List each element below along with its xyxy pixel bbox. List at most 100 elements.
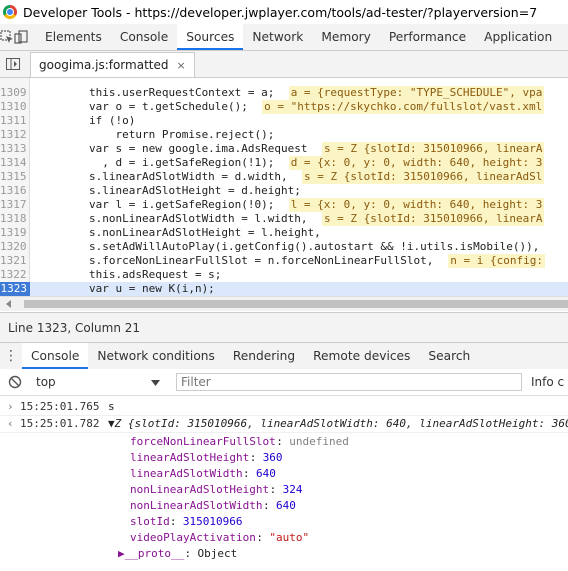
tab-console[interactable]: Console [111,24,177,50]
drawer-menu-icon[interactable]: ⋮ [0,348,22,364]
property-name: linearAdSlotHeight [130,451,250,464]
code-text: var s = new google.ima.AdsRequest [36,142,308,155]
object-property[interactable]: nonLinearAdSlotHeight:324 [0,482,568,498]
code-line[interactable]: 1312 return Promise.reject(); [0,128,568,142]
code-text: this.userRequestContext = a; [36,86,275,99]
code-text: s.linearAdSlotHeight = d.height; [36,184,301,197]
tab-performance[interactable]: Performance [380,24,475,50]
console-timestamp: 15:25:01.782 [20,417,100,430]
code-line[interactable]: 1311 if (!o) [0,114,568,128]
tab-memory[interactable]: Memory [312,24,380,50]
file-tab-label: googima.js:formatted [39,58,169,72]
code-text: if (!o) [36,114,136,127]
close-icon[interactable]: × [176,59,185,72]
code-text: var o = t.getSchedule(); [36,100,248,113]
drawer-tab-network-conditions[interactable]: Network conditions [88,343,223,369]
tab-sources[interactable]: Sources [177,24,244,50]
object-property[interactable]: ▶__proto__: Object [0,546,568,562]
device-toolbar-icon[interactable] [14,24,28,50]
code-line[interactable]: 1323 var u = new K(i,n); [0,282,568,296]
clear-console-icon[interactable] [0,375,30,389]
drawer-tab-rendering[interactable]: Rendering [224,343,304,369]
code-line[interactable]: 1314 , d = i.getSafeRegion(!1); d = {x: 0… [0,156,568,170]
line-number[interactable]: 1320 [0,240,30,254]
object-property[interactable]: linearAdSlotHeight:360 [0,450,568,466]
code-text: s.setAdWillAutoPlay(i.getConfig().autost… [36,240,540,253]
source-file-tabs: googima.js:formatted × [0,51,568,78]
property-separator: : [243,467,250,480]
inline-value: o = "https://skychko.com/fullslot/vast.x… [262,100,545,114]
line-number[interactable]: 1316 [0,184,30,198]
code-text: this.adsRequest = s; [36,268,222,281]
console-message[interactable]: › 15:25:01.765 s [0,399,568,415]
line-number[interactable]: 1323 [0,282,30,296]
scroll-left-icon[interactable] [6,300,11,308]
line-number[interactable]: 1314 [0,156,30,170]
drawer-tab-remote-devices[interactable]: Remote devices [304,343,419,369]
tab-security[interactable]: S [561,24,568,50]
tab-elements[interactable]: Elements [36,24,111,50]
inline-value: s = Z {slotId: 315010966, linearAdSl [302,170,545,184]
code-line[interactable]: 1320 s.setAdWillAutoPlay(i.getConfig().a… [0,240,568,254]
line-number[interactable]: 1309 [0,86,30,100]
code-line[interactable]: 1319 s.nonLinearAdSlotHeight = l.height, [0,226,568,240]
horizontal-scrollbar[interactable] [0,296,568,311]
code-editor[interactable]: 1309 this.userRequestContext = a; a = {re… [0,78,568,300]
console-message[interactable]: ‹ 15:25:01.782 ▼Z {slotId: 315010966, line… [0,416,568,432]
property-separator: : [276,435,283,448]
code-line[interactable]: 1317 var l = i.getSafeRegion(!0); l = {x:… [0,198,568,212]
line-number[interactable]: 1318 [0,212,30,226]
tab-network[interactable]: Network [243,24,312,50]
context-select[interactable]: top [30,372,166,392]
toggle-navigator-icon[interactable] [0,51,26,77]
line-number[interactable]: 1313 [0,142,30,156]
chrome-icon [3,5,17,19]
inspect-element-icon[interactable] [0,24,14,50]
property-value: 640 [256,467,276,480]
inline-value: d = {x: 0, y: 0, width: 640, height: 3 [288,156,545,170]
drawer-tab-search[interactable]: Search [419,343,479,369]
drawer-tab-console[interactable]: Console [22,343,89,369]
code-line[interactable]: 1315 s.linearAdSlotWidth = d.width, s = Z… [0,170,568,184]
inline-value: n = i {config: [448,254,546,268]
code-line[interactable] [0,78,568,86]
filter-input[interactable] [176,373,522,391]
code-line[interactable]: 1316 s.linearAdSlotHeight = d.height; [0,184,568,198]
line-number[interactable]: 1310 [0,100,30,114]
object-property[interactable]: videoPlayActivation: "auto" [0,530,568,546]
line-number[interactable]: 1315 [0,170,30,184]
inline-value: l = {x: 0, y: 0, width: 640, height: 3 [288,198,545,212]
code-line[interactable]: 1318 s.nonLinearAdSlotWidth = l.width, s … [0,212,568,226]
console-toolbar: top Info c [0,369,568,396]
scrollbar-thumb[interactable] [24,300,568,308]
line-number[interactable] [0,78,30,86]
log-level-select[interactable]: Info c [531,375,564,389]
inline-value: s = Z {slotId: 315010966, linearA [321,212,545,226]
property-separator: : [263,499,270,512]
line-number[interactable]: 1317 [0,198,30,212]
code-line[interactable]: 1322 this.adsRequest = s; [0,268,568,282]
object-property[interactable]: linearAdSlotWidth:640 [0,466,568,482]
object-property[interactable]: nonLinearAdSlotWidth:640 [0,498,568,514]
code-line[interactable]: 1321 s.forceNonLinearFullSlot = n.forceN… [0,254,568,268]
line-number[interactable]: 1321 [0,254,30,268]
line-number[interactable]: 1319 [0,226,30,240]
editor-status-bar: Line 1323, Column 21 [0,312,568,342]
line-number[interactable]: 1322 [0,268,30,282]
property-value: undefined [289,435,349,448]
property-name: forceNonLinearFullSlot [130,435,276,448]
devtools-toolbar: Elements Console Sources Network Memory … [0,24,568,51]
object-property[interactable]: forceNonLinearFullSlot: undefined [0,434,568,450]
code-line[interactable]: 1313 var s = new google.ima.AdsRequest s … [0,142,568,156]
property-name: nonLinearAdSlotHeight [130,483,270,496]
object-property[interactable]: slotId:315010966 [0,514,568,530]
file-tab-googima[interactable]: googima.js:formatted × [30,52,195,77]
code-line[interactable]: 1310 var o = t.getSchedule(); o = "https:… [0,100,568,114]
result-prompt-icon: ‹ [7,417,14,430]
tab-application[interactable]: Application [475,24,561,50]
property-name: slotId [130,515,170,528]
cursor-position: Line 1323, Column 21 [8,320,141,335]
code-line[interactable]: 1309 this.userRequestContext = a; a = {re… [0,86,568,100]
line-number[interactable]: 1312 [0,128,30,142]
line-number[interactable]: 1311 [0,114,30,128]
